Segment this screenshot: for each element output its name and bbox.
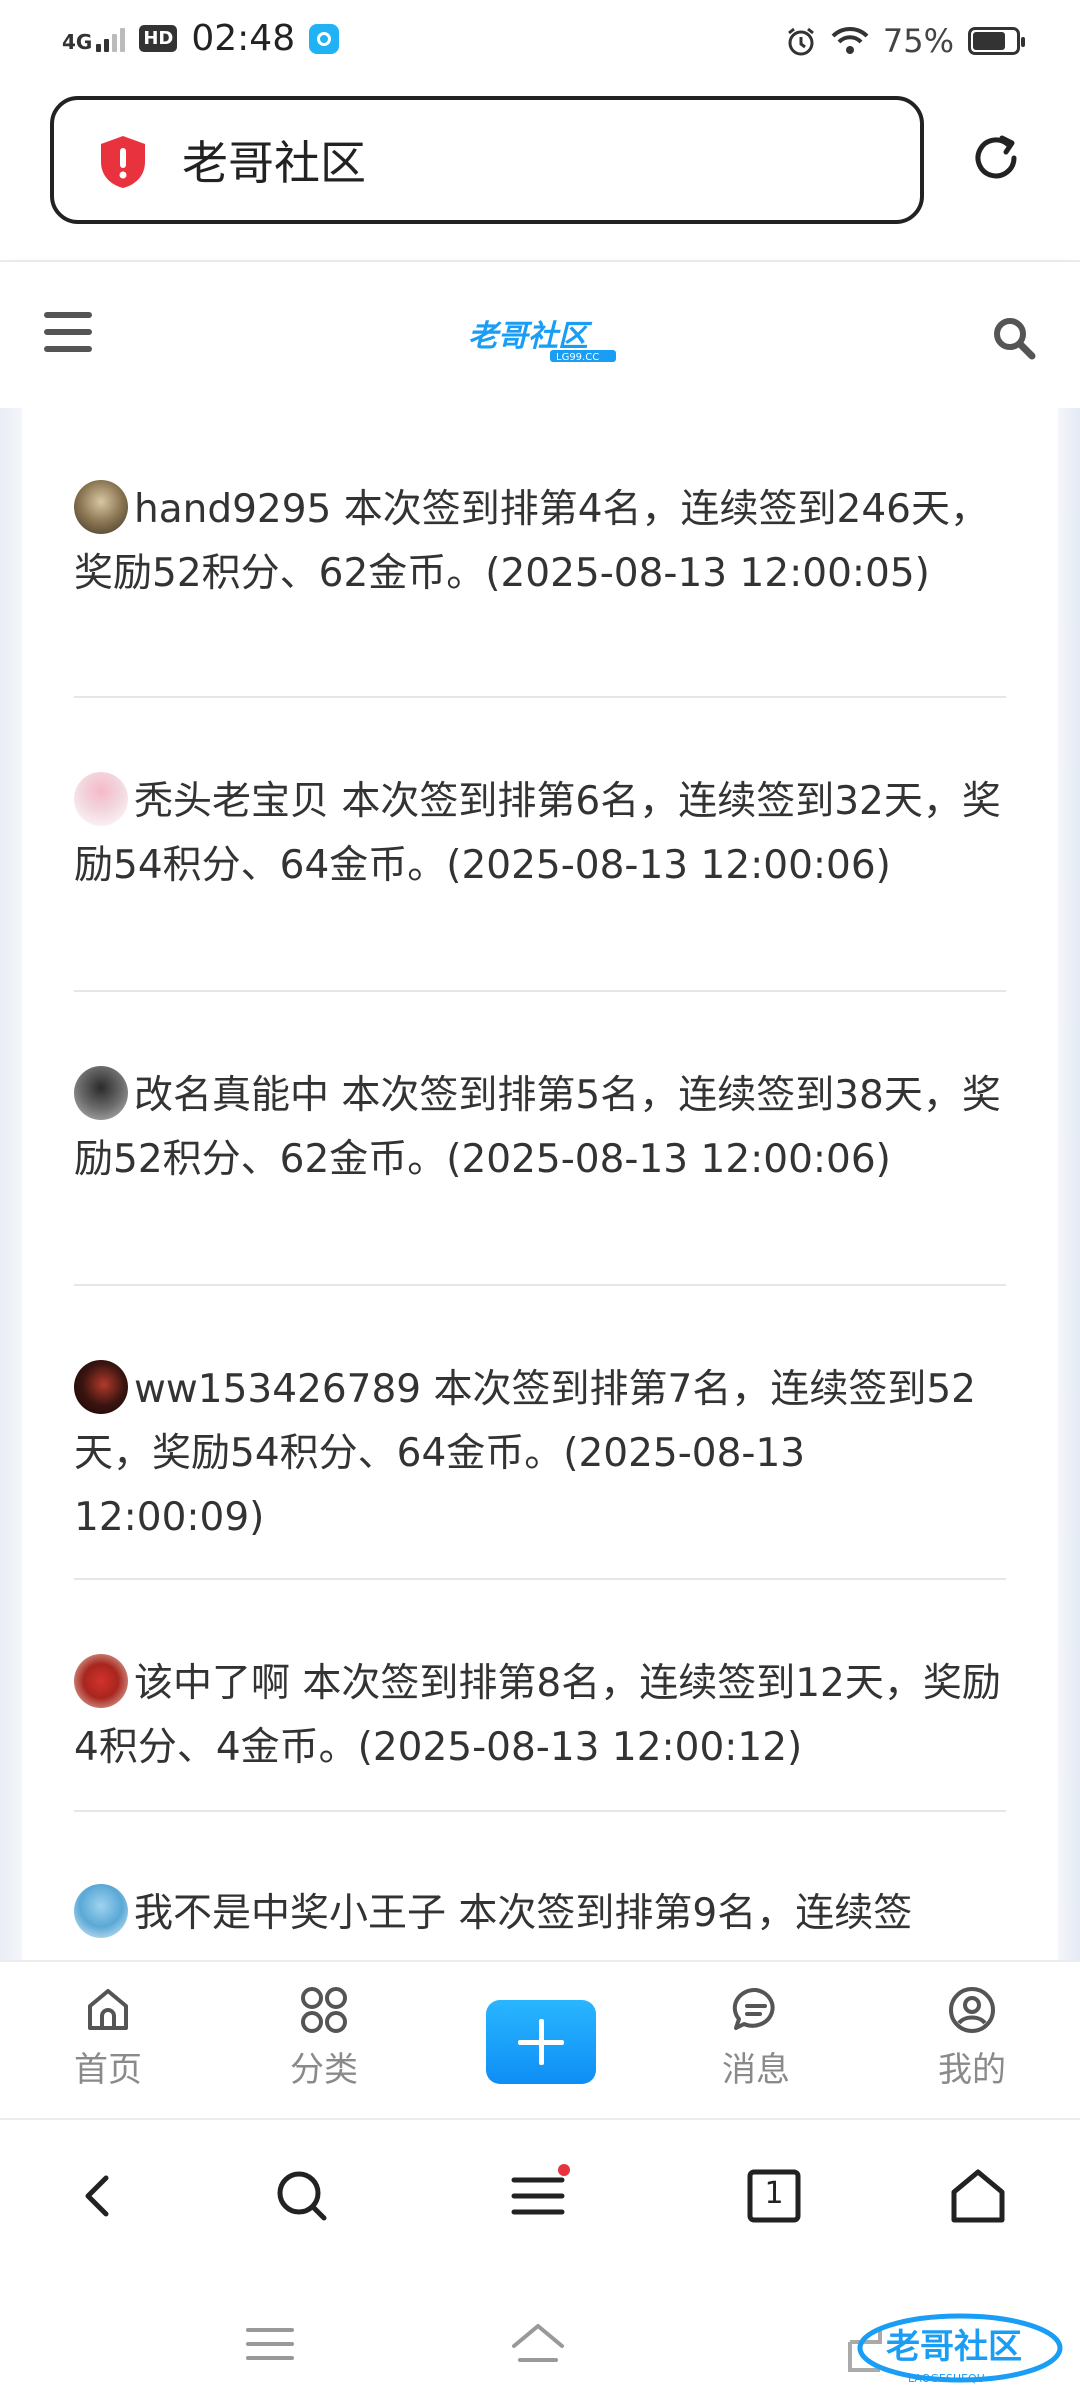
hamburger-menu-icon[interactable] xyxy=(44,312,92,352)
avatar[interactable] xyxy=(74,480,128,534)
nav-category[interactable]: 分类 xyxy=(264,1984,384,2091)
list-item[interactable]: 秃头老宝贝 本次签到排第6名，连续签到32天，奖励54积分、64金币。(2025… xyxy=(74,770,1006,992)
add-post-button[interactable] xyxy=(486,2000,596,2084)
home-icon[interactable] xyxy=(946,2164,1010,2228)
avatar[interactable] xyxy=(74,1654,128,1708)
recent-apps-icon[interactable] xyxy=(240,2316,300,2372)
watermark-text: 老哥社区 xyxy=(886,2327,1022,2367)
user-icon xyxy=(949,1987,995,2033)
feed-item-text: 该中了啊 本次签到排第8名，连续签到12天，奖励4积分、4金币。(2025-08… xyxy=(74,1661,1001,1770)
nav-home[interactable]: 首页 xyxy=(48,1984,168,2091)
alarm-icon xyxy=(787,27,814,56)
home-icon xyxy=(88,1989,128,2030)
hd-voice-icon: HD xyxy=(139,25,178,52)
feed-item-text: 秃头老宝贝 本次签到排第6名，连续签到32天，奖励54积分、64金币。(2025… xyxy=(74,779,1001,888)
address-bar-row: 老哥社区 xyxy=(0,86,1080,262)
feed-item-text: 我不是中奖小王子 本次签到排第9名，连续签 xyxy=(134,1891,913,1936)
clock: 02:48 xyxy=(191,18,296,59)
tab-count: 1 xyxy=(764,2176,784,2211)
site-header: 老哥社区 LG99.CC xyxy=(0,262,1080,408)
list-item[interactable]: 我不是中奖小王子 本次签到排第9名，连续签 xyxy=(74,1882,1006,1960)
feed-item-text: hand9295 本次签到排第4名，连续签到246天，奖励52积分、62金币。(… xyxy=(74,487,989,596)
watermark-logo: 老哥社区 LAOGESHEQU xyxy=(848,2313,1063,2385)
message-icon xyxy=(732,1987,775,2030)
avatar[interactable] xyxy=(74,772,128,826)
battery-icon xyxy=(968,27,1025,55)
system-nav-bar: 老哥社区 LAOGESHEQU xyxy=(0,2280,1080,2400)
list-item[interactable]: ww153426789 本次签到排第7名，连续签到52天，奖励54积分、64金币… xyxy=(74,1358,1006,1580)
site-logo[interactable]: 老哥社区 LG99.CC xyxy=(464,310,624,366)
logo-text: 老哥社区 xyxy=(468,319,593,354)
nav-messages[interactable]: 消息 xyxy=(696,1984,816,2091)
search-icon[interactable] xyxy=(990,314,1038,362)
menu-icon[interactable] xyxy=(506,2164,570,2228)
avatar[interactable] xyxy=(74,1066,128,1120)
back-icon[interactable] xyxy=(68,2164,132,2228)
battery-percent: 75% xyxy=(882,22,954,60)
nav-mine[interactable]: 我的 xyxy=(912,1984,1032,2091)
nav-messages-label: 消息 xyxy=(722,2050,790,2090)
wifi-icon xyxy=(831,26,869,54)
feed-item-text: ww153426789 本次签到排第7名，连续签到52天，奖励54积分、64金币… xyxy=(74,1367,976,1540)
avatar[interactable] xyxy=(74,1884,128,1938)
feed-item-text: 改名真能中 本次签到排第5名，连续签到38天，奖励52积分、62金币。(2025… xyxy=(74,1073,1001,1182)
notification-dot xyxy=(558,2164,570,2176)
system-home-icon[interactable] xyxy=(508,2316,568,2372)
address-bar[interactable]: 老哥社区 xyxy=(50,96,924,224)
browser-toolbar: 1 xyxy=(0,2120,1080,2280)
list-item[interactable]: 改名真能中 本次签到排第5名，连续签到38天，奖励52积分、62金币。(2025… xyxy=(74,1064,1006,1286)
address-text[interactable]: 老哥社区 xyxy=(182,127,366,193)
nav-category-label: 分类 xyxy=(290,2050,358,2090)
app-notification-icon xyxy=(309,23,340,54)
checkin-feed: hand9295 本次签到排第4名，连续签到246天，奖励52积分、62金币。(… xyxy=(22,408,1058,1960)
list-item[interactable]: hand9295 本次签到排第4名，连续签到246天，奖励52积分、62金币。(… xyxy=(74,478,1006,698)
avatar[interactable] xyxy=(74,1360,128,1414)
security-warning-icon[interactable] xyxy=(98,134,148,190)
cellular-signal-icon: 4G xyxy=(62,26,126,54)
list-item[interactable]: 该中了啊 本次签到排第8名，连续签到12天，奖励4积分、4金币。(2025-08… xyxy=(74,1652,1006,1812)
nav-mine-label: 我的 xyxy=(938,2050,1006,2090)
reload-icon[interactable] xyxy=(968,130,1024,186)
status-bar: 4G HD 02:48 75% xyxy=(0,0,1080,86)
nav-home-label: 首页 xyxy=(74,2050,142,2090)
watermark-subtext: LAOGESHEQU xyxy=(908,2372,985,2385)
tabs-button[interactable]: 1 xyxy=(742,2164,806,2228)
logo-subtext: LG99.CC xyxy=(556,352,599,363)
network-type: 4G xyxy=(62,29,93,54)
grid-icon xyxy=(301,1987,347,2033)
site-bottom-nav: 首页 分类 消息 我的 xyxy=(0,1960,1080,2120)
search-icon[interactable] xyxy=(270,2164,334,2228)
